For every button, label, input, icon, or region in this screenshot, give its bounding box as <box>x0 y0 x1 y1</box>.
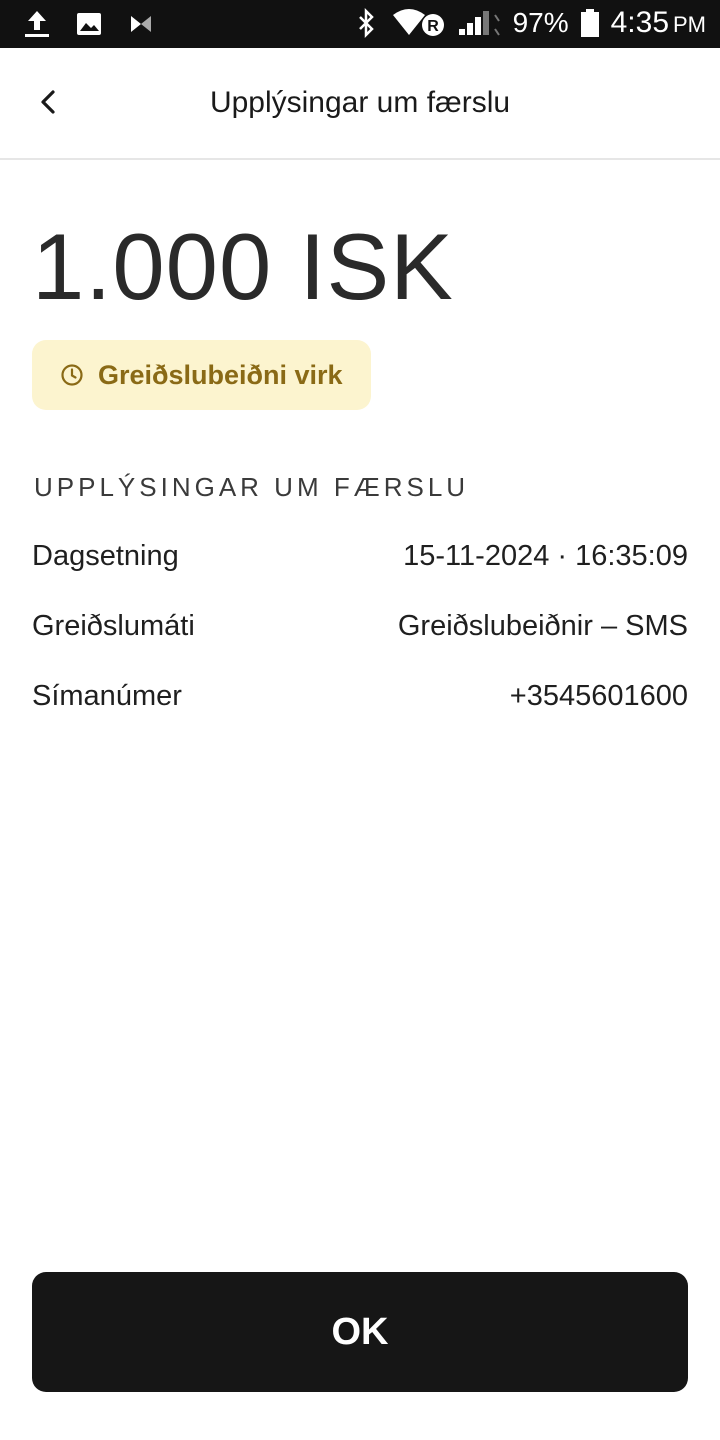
clock-icon <box>61 364 83 386</box>
details-heading: UPPLÝSINGAR UM FÆRSLU <box>34 472 470 502</box>
signal-icon <box>458 11 500 36</box>
detail-label: Símanúmer <box>32 679 182 712</box>
detail-row-date: Dagsetning 15-11-2024 · 16:35:09 <box>32 536 688 576</box>
svg-text:R: R <box>427 18 439 35</box>
detail-value: 15-11-2024 · 16:35:09 <box>403 539 688 572</box>
status-bar-left <box>22 8 156 40</box>
app-icon <box>131 16 151 32</box>
bluetooth-icon <box>358 7 374 39</box>
detail-value: Greiðslubeiðnir – SMS <box>397 609 688 642</box>
upload-icon <box>25 11 49 37</box>
detail-row-payment-method: Greiðslumáti Greiðslubeiðnir – SMS <box>32 606 688 646</box>
ok-button[interactable]: OK <box>32 1272 688 1392</box>
page-title: Upplýsingar um færslu <box>209 86 511 119</box>
status-bar-right: R 97% 4:35 PM <box>351 6 706 40</box>
status-badge: Greiðslubeiðni virk <box>32 340 371 410</box>
detail-label: Greiðslumáti <box>32 609 195 642</box>
top-app-bar: Upplýsingar um færslu <box>0 48 720 160</box>
battery-icon <box>580 9 599 37</box>
status-bar: R 97% 4:35 PM <box>0 0 720 48</box>
wifi-icon: R <box>392 9 444 36</box>
battery-percent: 97% <box>512 7 569 38</box>
transaction-amount: 1.000 ISK <box>32 214 454 319</box>
detail-value: +3545601600 <box>509 679 688 712</box>
detail-row-phone: Símanúmer +3545601600 <box>32 676 688 716</box>
status-time: 4:35 PM <box>610 6 706 39</box>
image-icon <box>77 13 101 35</box>
detail-label: Dagsetning <box>32 539 179 572</box>
status-badge-label: Greiðslubeiðni virk <box>98 359 343 390</box>
